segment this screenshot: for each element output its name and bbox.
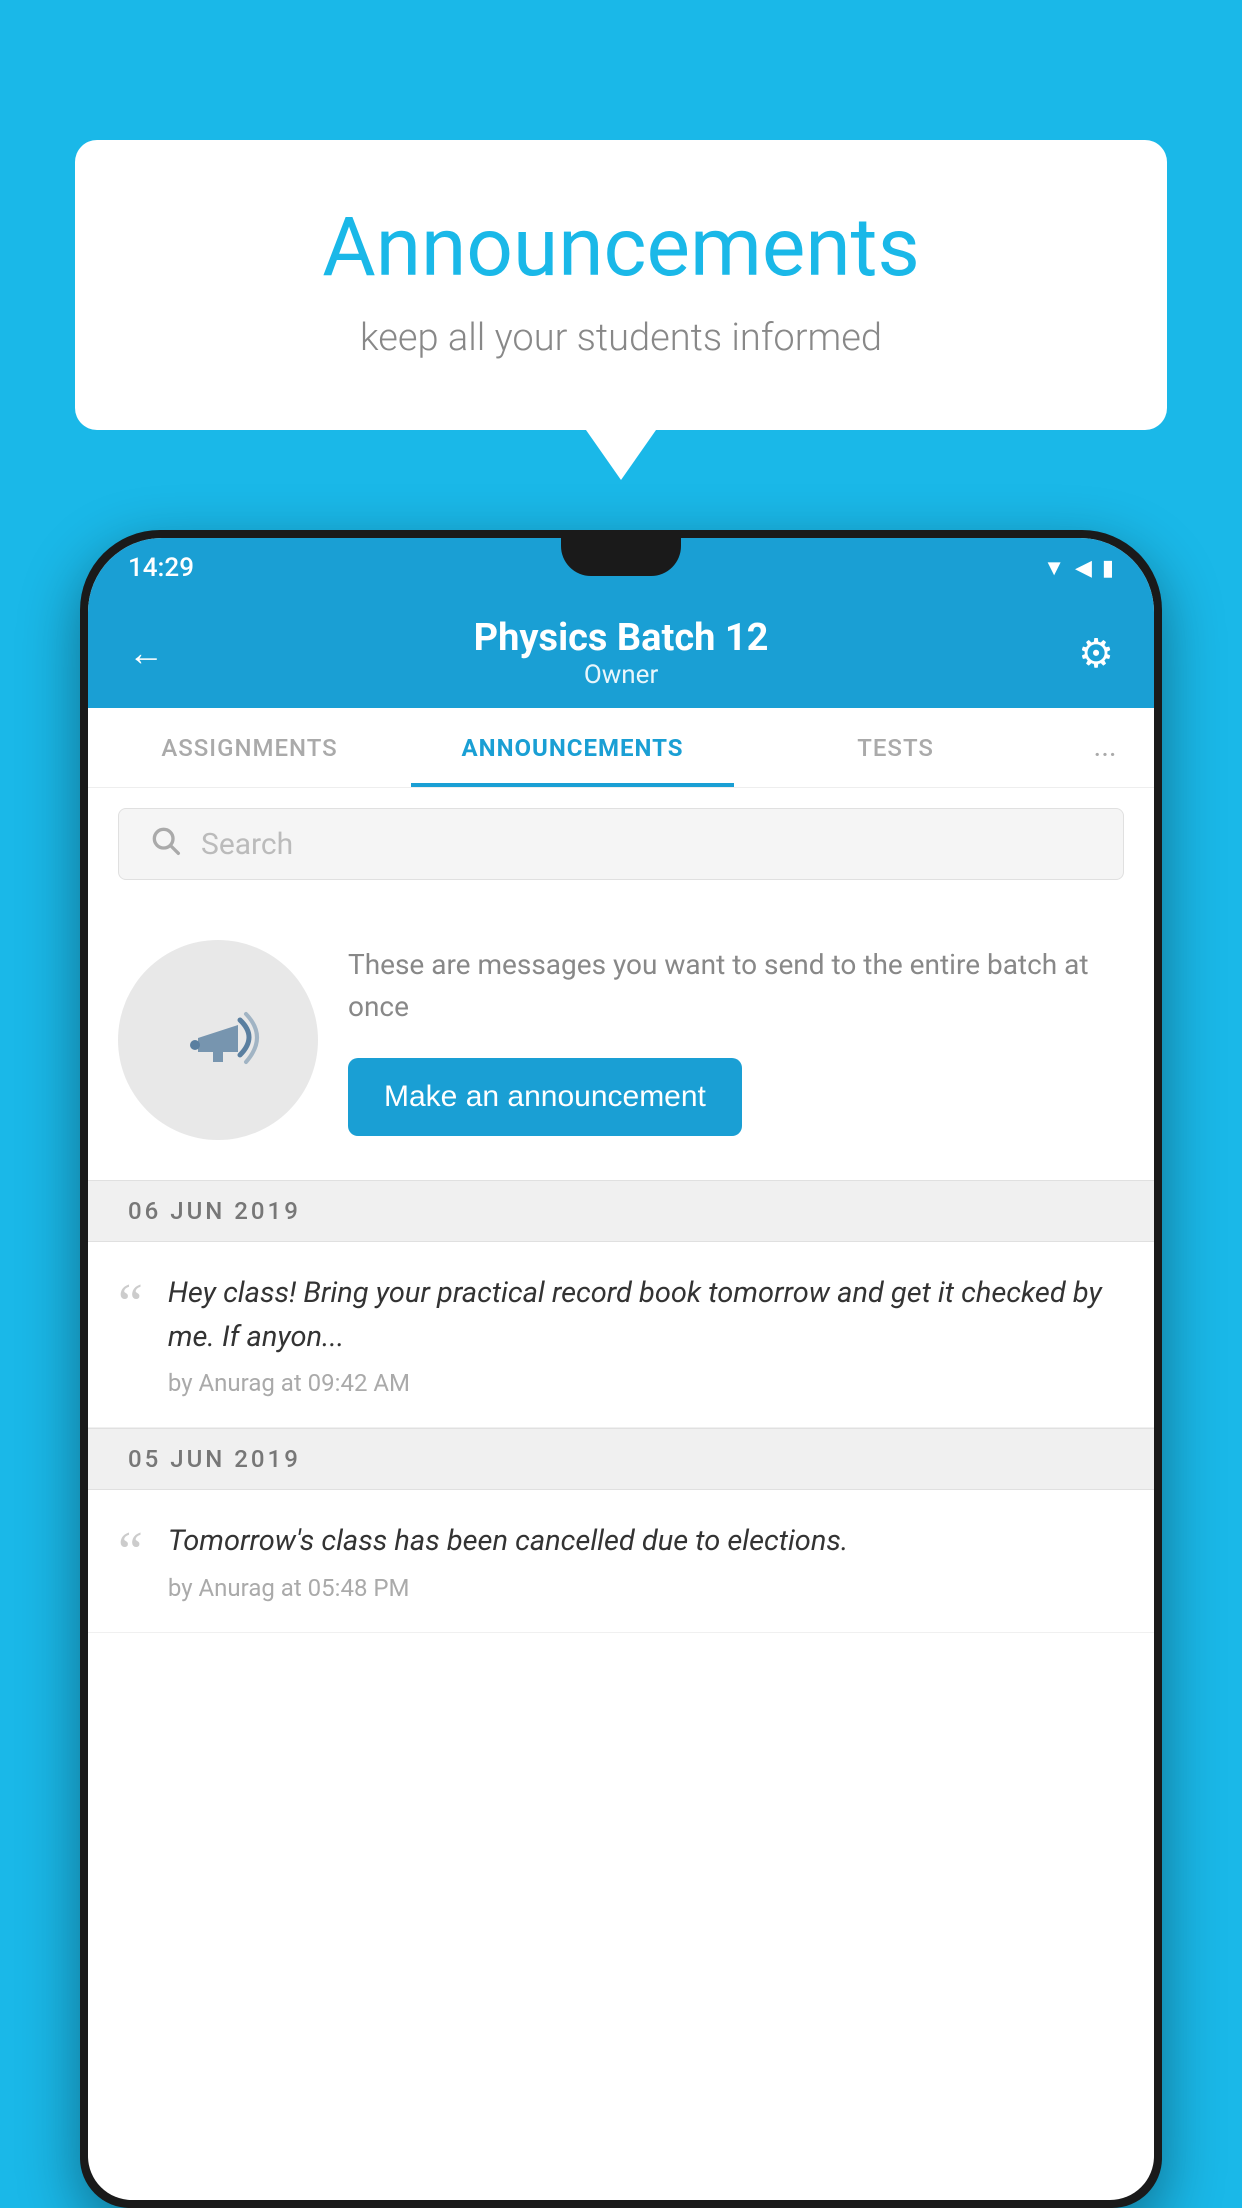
announcement-text-2: Tomorrow's class has been cancelled due …: [168, 1520, 1124, 1564]
speech-bubble-title: Announcements: [155, 200, 1087, 296]
battery-icon: ▮: [1102, 556, 1114, 581]
tab-more[interactable]: ...: [1057, 708, 1154, 787]
status-icons: ▼ ◀ ▮: [1043, 555, 1114, 581]
quote-icon-1: “: [118, 1282, 143, 1327]
announcement-meta-1: by Anurag at 09:42 AM: [168, 1369, 1124, 1397]
announcement-content-1: Hey class! Bring your practical record b…: [168, 1272, 1124, 1397]
make-announcement-button[interactable]: Make an announcement: [348, 1058, 742, 1136]
search-bar[interactable]: Search: [118, 808, 1124, 880]
wifi-icon: ▼: [1043, 555, 1065, 581]
announcement-icon-circle: [118, 940, 318, 1140]
back-button[interactable]: ←: [128, 632, 164, 674]
speech-bubble-container: Announcements keep all your students inf…: [75, 140, 1167, 480]
speech-bubble: Announcements keep all your students inf…: [75, 140, 1167, 430]
tab-bar: ASSIGNMENTS ANNOUNCEMENTS TESTS ...: [88, 708, 1154, 788]
tab-announcements[interactable]: ANNOUNCEMENTS: [411, 708, 734, 787]
speech-bubble-subtitle: keep all your students informed: [155, 316, 1087, 360]
empty-state-content: These are messages you want to send to t…: [348, 944, 1124, 1136]
search-icon: [149, 824, 181, 864]
announcement-meta-2: by Anurag at 05:48 PM: [168, 1574, 1124, 1602]
tab-assignments[interactable]: ASSIGNMENTS: [88, 708, 411, 787]
announcement-item-2[interactable]: “ Tomorrow's class has been cancelled du…: [88, 1490, 1154, 1633]
app-header: ← Physics Batch 12 Owner ⚙: [88, 598, 1154, 708]
megaphone-icon: [168, 990, 268, 1090]
announcement-content-2: Tomorrow's class has been cancelled due …: [168, 1520, 1124, 1602]
tab-tests[interactable]: TESTS: [734, 708, 1057, 787]
batch-title: Physics Batch 12: [474, 616, 769, 660]
announcement-text-1: Hey class! Bring your practical record b…: [168, 1272, 1124, 1359]
speech-bubble-tail: [586, 430, 656, 480]
phone-notch: [561, 538, 681, 576]
role-label: Owner: [474, 660, 769, 690]
empty-state-description: These are messages you want to send to t…: [348, 944, 1124, 1028]
search-container: Search: [88, 788, 1154, 900]
date-separator-1: 06 JUN 2019: [88, 1180, 1154, 1242]
search-placeholder: Search: [201, 827, 293, 862]
header-center: Physics Batch 12 Owner: [474, 616, 769, 690]
phone-screen: 14:29 ▼ ◀ ▮ ← Physics Batch 12 Owner ⚙ A…: [88, 538, 1154, 2200]
phone-frame: 14:29 ▼ ◀ ▮ ← Physics Batch 12 Owner ⚙ A…: [80, 530, 1162, 2208]
quote-icon-2: “: [118, 1530, 143, 1575]
date-separator-2: 05 JUN 2019: [88, 1428, 1154, 1490]
signal-icon: ◀: [1075, 556, 1092, 581]
announcement-item-1[interactable]: “ Hey class! Bring your practical record…: [88, 1242, 1154, 1428]
empty-state: These are messages you want to send to t…: [88, 900, 1154, 1180]
settings-icon[interactable]: ⚙: [1078, 630, 1114, 677]
status-time: 14:29: [128, 553, 194, 583]
